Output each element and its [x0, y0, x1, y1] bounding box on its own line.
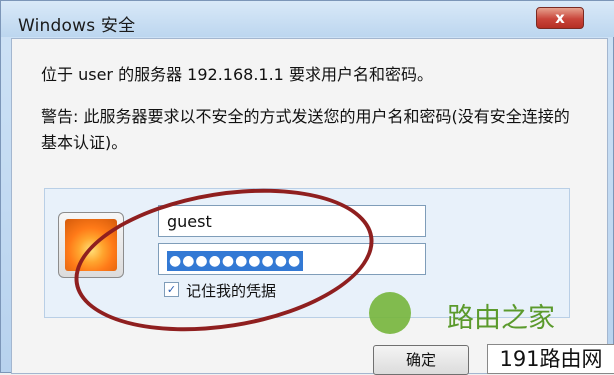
server-request-message: 位于 user 的服务器 192.168.1.1 要求用户名和密码。 — [41, 65, 433, 84]
title-bar[interactable]: Windows 安全 x — [1, 1, 614, 37]
security-dialog-window: Windows 安全 x 位于 user 的服务器 192.168.1.1 要求… — [0, 0, 614, 375]
watermark-text: 路由之家 — [447, 303, 555, 334]
ok-button[interactable]: 确定 — [373, 345, 469, 375]
security-warning-message: 警告: 此服务器要求以不安全的方式发送您的用户名和密码(没有安全连接的基本认证)… — [41, 107, 570, 152]
watermark-logo-icon — [369, 292, 411, 334]
close-button[interactable]: x — [536, 7, 584, 29]
window-title: Windows 安全 — [18, 16, 136, 36]
close-icon: x — [555, 9, 565, 27]
corner-brand-label: 191路由网 — [487, 344, 614, 374]
